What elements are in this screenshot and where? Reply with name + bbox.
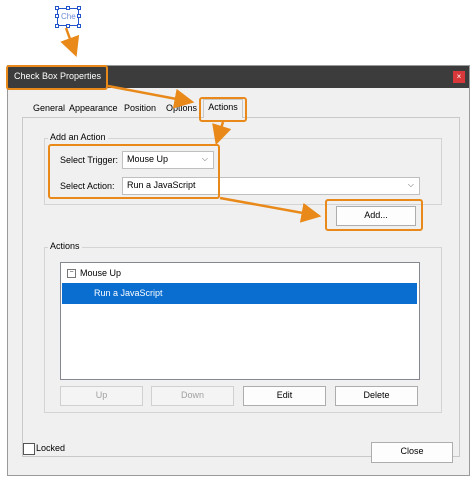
close-button[interactable]: Close — [371, 442, 453, 463]
resize-handle[interactable] — [66, 6, 70, 10]
actions-group-title: Actions — [48, 241, 82, 251]
move-down-button[interactable]: Down — [151, 386, 234, 406]
check-box-properties-dialog: Check Box Properties × General Appearanc… — [7, 65, 470, 476]
tab-position[interactable]: Position — [121, 101, 159, 117]
tab-general[interactable]: General — [30, 101, 68, 117]
chevron-down-icon: ⌵ — [407, 180, 414, 189]
delete-button[interactable]: Delete — [335, 386, 418, 406]
resize-handle[interactable] — [55, 24, 59, 28]
tab-appearance[interactable]: Appearance — [66, 101, 121, 117]
edit-button[interactable]: Edit — [243, 386, 326, 406]
collapse-icon[interactable]: − — [67, 269, 76, 278]
highlight-actions-tab — [199, 97, 247, 122]
add-action-group-title: Add an Action — [48, 132, 108, 142]
actions-tree[interactable]: − Mouse Up Run a JavaScript — [60, 262, 420, 380]
locked-label: Locked — [36, 443, 66, 453]
resize-handle[interactable] — [55, 6, 59, 10]
highlight-title — [6, 65, 108, 90]
resize-handle[interactable] — [66, 24, 70, 28]
close-icon[interactable]: × — [453, 71, 465, 83]
arrow-widget-to-dialog — [60, 27, 80, 58]
checkbox-widget-label: Che — [61, 12, 76, 21]
resize-handle[interactable] — [55, 14, 59, 18]
locked-checkbox[interactable] — [23, 443, 35, 455]
move-up-button[interactable]: Up — [60, 386, 143, 406]
resize-handle[interactable] — [77, 24, 81, 28]
highlight-add-button — [325, 199, 423, 231]
tree-node-trigger[interactable]: Mouse Up — [80, 268, 121, 278]
tab-options[interactable]: Options — [163, 101, 200, 117]
tree-node-selected-action[interactable]: Run a JavaScript — [62, 283, 417, 304]
highlight-trigger-action — [48, 144, 220, 199]
resize-handle[interactable] — [77, 14, 81, 18]
resize-handle[interactable] — [77, 6, 81, 10]
checkbox-field-widget[interactable]: Che — [55, 6, 81, 28]
tree-node-action-label: Run a JavaScript — [94, 288, 163, 298]
